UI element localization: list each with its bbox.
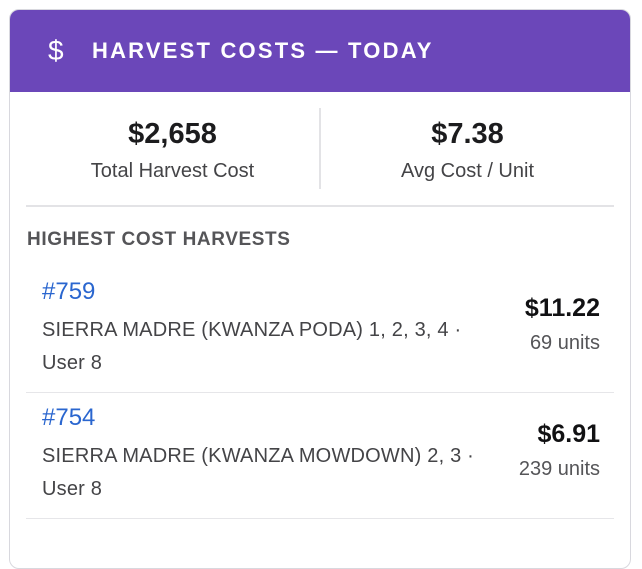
stat-value: $7.38: [431, 118, 504, 150]
stat-label: Total Harvest Cost: [90, 160, 255, 182]
harvest-cost-block: $11.22 69 units: [490, 277, 614, 380]
harvest-cost: $6.91: [537, 420, 600, 448]
harvest-cost-block: $6.91 239 units: [490, 403, 614, 506]
harvest-cost: $11.22: [524, 294, 600, 322]
harvest-id-link[interactable]: #759: [42, 277, 482, 307]
list-item: #754 SIERRA MADRE (KWANZA MOWDOWN) 2, 3 …: [26, 393, 614, 519]
harvest-id-link[interactable]: #754: [42, 403, 482, 433]
harvest-units: 69 units: [529, 332, 600, 354]
stat-avg-cost-per-unit: $7.38 Avg Cost / Unit: [319, 108, 614, 189]
section-title: HIGHEST COST HARVESTS: [27, 229, 291, 250]
summary-stats: $2,658 Total Harvest Cost $7.38 Avg Cost…: [26, 92, 614, 207]
card-title: HARVEST COSTS — TODAY: [92, 38, 434, 63]
harvest-list: #759 SIERRA MADRE (KWANZA PODA) 1, 2, 3,…: [26, 267, 614, 519]
harvest-description: SIERRA MADRE (KWANZA MOWDOWN) 2, 3 · Use…: [42, 445, 475, 500]
harvest-costs-card: $ HARVEST COSTS — TODAY $2,658 Total Har…: [9, 9, 631, 569]
list-item: #759 SIERRA MADRE (KWANZA PODA) 1, 2, 3,…: [26, 267, 614, 393]
harvest-info: #754 SIERRA MADRE (KWANZA MOWDOWN) 2, 3 …: [42, 403, 482, 506]
stat-total-harvest-cost: $2,658 Total Harvest Cost: [26, 92, 319, 205]
dollar-icon: $: [48, 35, 64, 66]
harvest-info: #759 SIERRA MADRE (KWANZA PODA) 1, 2, 3,…: [42, 277, 482, 380]
stat-value: $2,658: [128, 118, 217, 150]
harvest-units: 239 units: [518, 458, 600, 480]
stat-label: Avg Cost / Unit: [400, 160, 535, 182]
card-header: $ HARVEST COSTS — TODAY: [10, 10, 630, 92]
harvest-description: SIERRA MADRE (KWANZA PODA) 1, 2, 3, 4 · …: [42, 319, 462, 374]
